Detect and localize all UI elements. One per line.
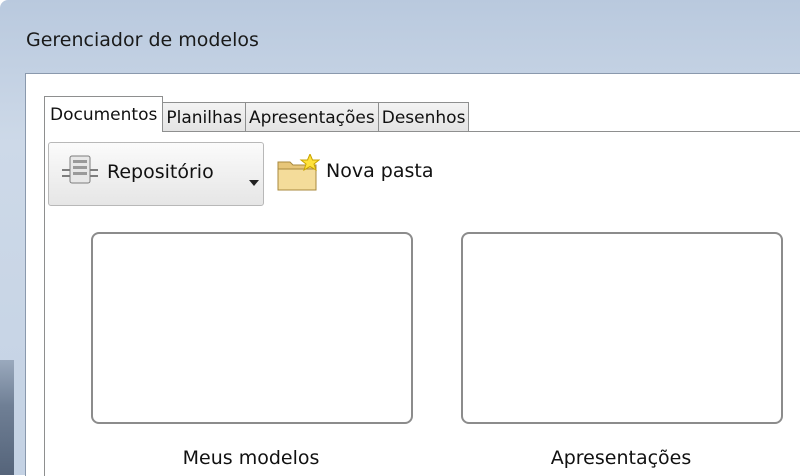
folder-label: Apresentações xyxy=(550,447,692,469)
repository-label: Repositório xyxy=(107,161,214,183)
folder-meus-modelos[interactable]: Meus modelos xyxy=(91,232,413,469)
repository-icon xyxy=(62,155,98,189)
folder-thumbnail xyxy=(461,232,783,424)
chevron-down-icon xyxy=(249,171,259,190)
folder-label: Meus modelos xyxy=(182,447,320,469)
tab-apresentacoes[interactable]: Apresentações xyxy=(246,102,379,132)
folder-thumbnail xyxy=(91,232,413,424)
folder-apresentacoes[interactable]: Apresentações xyxy=(461,232,783,469)
window-title: Gerenciador de modelos xyxy=(26,29,259,51)
new-folder-label: Nova pasta xyxy=(326,160,434,182)
tab-desenhos[interactable]: Desenhos xyxy=(378,102,470,132)
window-frame: Gerenciador de modelos Documentos Planil… xyxy=(0,0,800,476)
tab-documentos[interactable]: Documentos xyxy=(44,96,164,132)
dialog-content: Documentos Planilhas Apresentações Desen… xyxy=(25,73,800,476)
new-folder-icon xyxy=(276,152,321,196)
window-frame-edge xyxy=(0,360,14,475)
tab-planilhas[interactable]: Planilhas xyxy=(163,102,247,132)
tab-strip: Documentos Planilhas Apresentações Desen… xyxy=(44,96,470,132)
tab-panel-border xyxy=(44,131,45,476)
repository-button[interactable]: Repositório xyxy=(48,142,264,206)
